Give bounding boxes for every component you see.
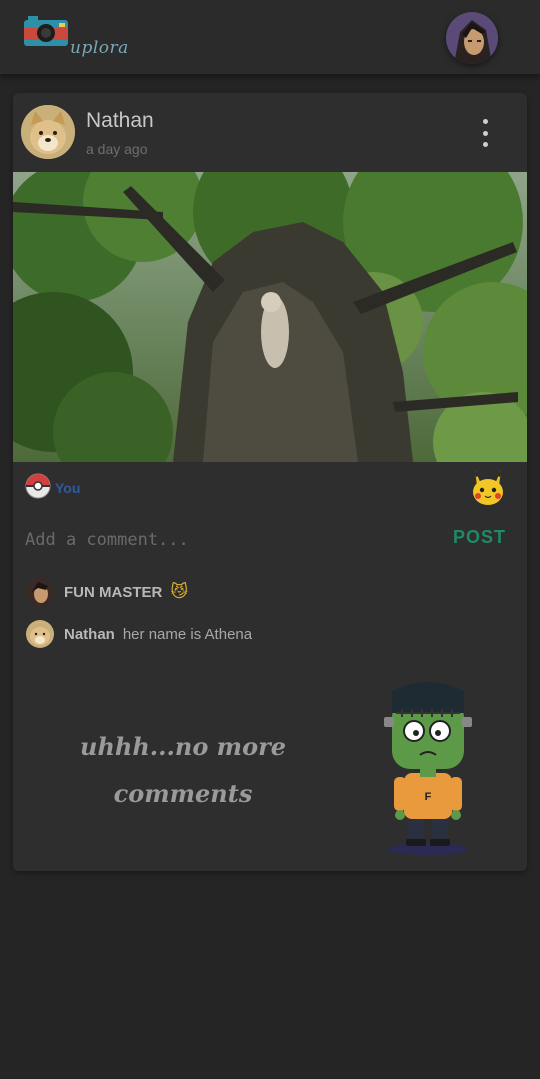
likes-row: You	[13, 468, 527, 508]
commenter-avatar-image	[26, 620, 54, 648]
pikachu-icon[interactable]	[469, 468, 507, 506]
comment-text: her name is Athena	[122, 625, 253, 643]
profile-avatar-image	[446, 12, 498, 64]
kebab-menu-icon[interactable]	[475, 119, 495, 147]
post-card: Nathan a day ago You Add a comment... PO…	[13, 93, 527, 871]
author-avatar[interactable]	[21, 105, 75, 159]
profile-avatar[interactable]	[446, 12, 498, 64]
post-timestamp: a day ago	[86, 141, 148, 157]
comment-username[interactable]: Nathan	[64, 626, 115, 643]
app-logo[interactable]: uplora	[22, 14, 132, 64]
comment-emoji: 😼	[170, 582, 189, 601]
pokeball-icon[interactable]	[25, 473, 51, 499]
liked-by-text[interactable]: You	[55, 480, 80, 496]
empty-line-2: comments	[113, 779, 253, 808]
frankenstein-illustration: F	[384, 682, 472, 855]
comment-item: Nathan her name is Athena	[26, 619, 252, 649]
comment-username[interactable]: FUN MASTER	[64, 584, 162, 601]
tree-photo	[13, 172, 527, 462]
empty-line-1: uhhh...no more	[80, 732, 286, 761]
comment-input[interactable]	[25, 525, 445, 555]
commenter-avatar[interactable]	[26, 578, 54, 606]
author-name[interactable]: Nathan	[86, 109, 154, 133]
app-name: uplora	[70, 38, 129, 58]
post-comment-button[interactable]: POST	[453, 527, 506, 548]
commenter-avatar[interactable]	[26, 620, 54, 648]
doge-avatar-image	[21, 105, 75, 159]
svg-text:F: F	[425, 791, 432, 803]
no-more-comments-message: uhhh...no more comments	[73, 723, 293, 817]
comment-item: FUN MASTER 😼	[26, 577, 188, 607]
top-app-bar: uplora	[0, 0, 540, 74]
post-image[interactable]	[13, 172, 527, 462]
commenter-avatar-image	[26, 578, 54, 606]
camera-logo-icon	[24, 16, 68, 46]
